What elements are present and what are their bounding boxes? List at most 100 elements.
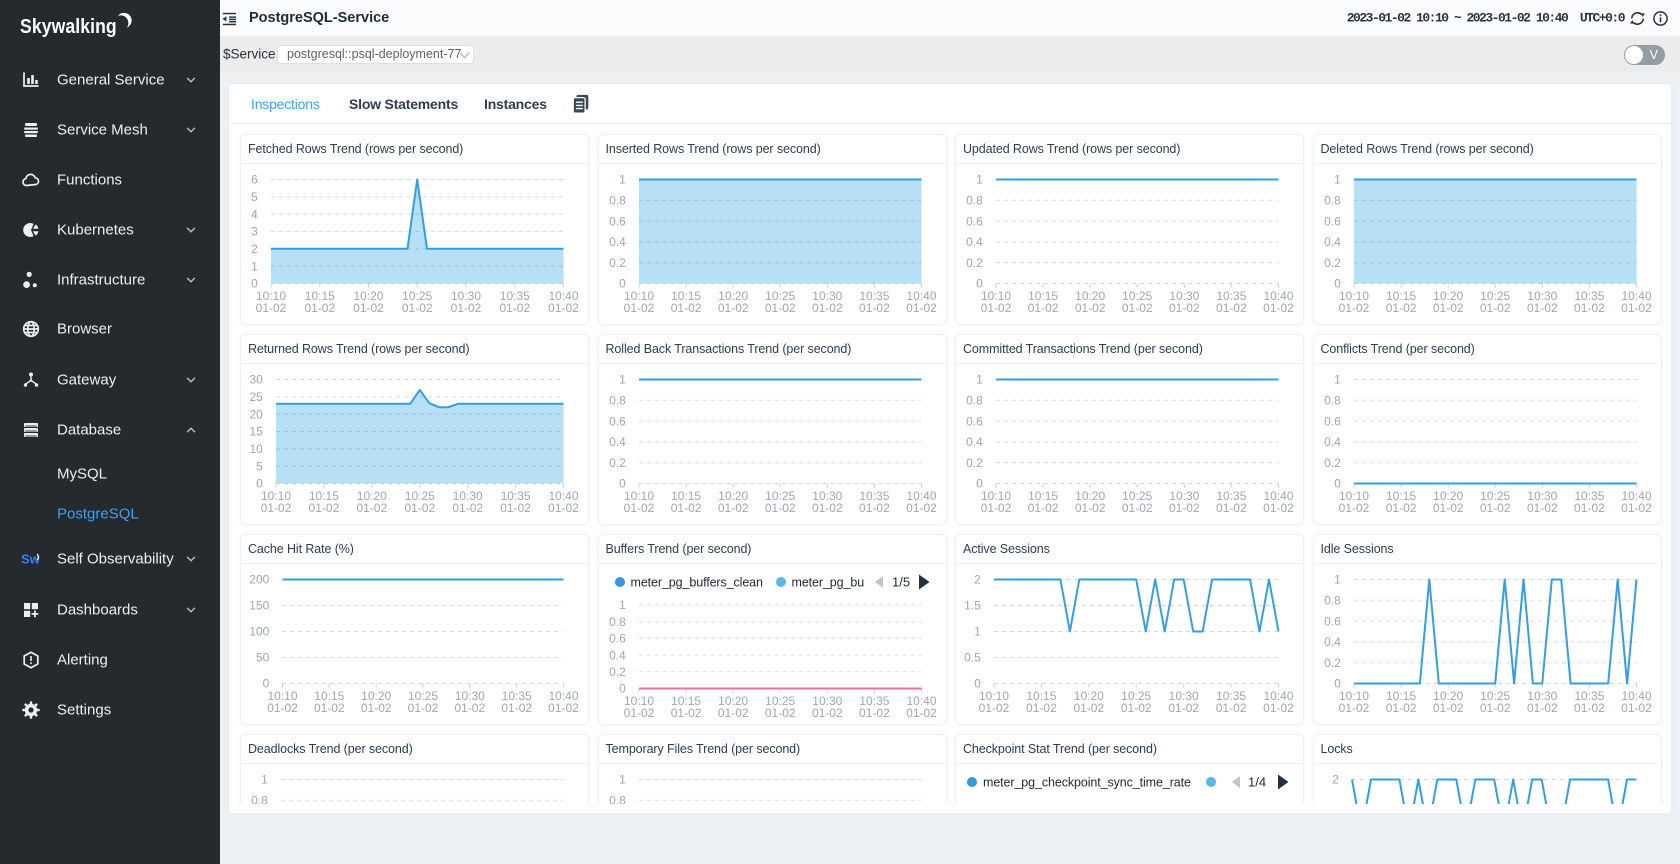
svg-text:01-02: 01-02	[1385, 301, 1416, 315]
svg-text:150: 150	[249, 599, 269, 613]
svg-text:01-02: 01-02	[906, 301, 937, 315]
svg-text:0.6: 0.6	[966, 214, 983, 228]
svg-text:3: 3	[251, 225, 258, 239]
svg-text:1: 1	[251, 259, 258, 273]
svg-text:20: 20	[249, 407, 263, 421]
svg-text:01-02: 01-02	[304, 301, 335, 315]
svg-text:01-02: 01-02	[1385, 501, 1416, 515]
svg-text:01-02: 01-02	[1338, 301, 1369, 315]
svg-text:01-02: 01-02	[451, 301, 482, 315]
svg-text:01-02: 01-02	[981, 301, 1012, 315]
svg-text:1: 1	[976, 373, 983, 387]
svg-text:1/5: 1/5	[892, 575, 910, 590]
svg-text:01-02: 01-02	[1574, 501, 1605, 515]
svg-text:01-02: 01-02	[1479, 301, 1510, 315]
svg-text:0.4: 0.4	[609, 435, 626, 449]
svg-text:1: 1	[619, 373, 626, 387]
svg-text:01-02: 01-02	[764, 501, 795, 515]
svg-text:01-02: 01-02	[1121, 701, 1152, 715]
svg-text:1: 1	[1334, 373, 1341, 387]
svg-text:0.8: 0.8	[609, 615, 626, 629]
svg-text:01-02: 01-02	[452, 501, 483, 515]
svg-text:01-02: 01-02	[764, 706, 795, 720]
svg-text:01-02: 01-02	[1122, 501, 1153, 515]
svg-text:01-02: 01-02	[1526, 501, 1557, 515]
svg-text:01-02: 01-02	[309, 501, 340, 515]
svg-text:01-02: 01-02	[1075, 301, 1106, 315]
svg-text:01-02: 01-02	[623, 706, 654, 720]
svg-text:0.8: 0.8	[966, 394, 983, 408]
svg-text:0.4: 0.4	[1324, 635, 1341, 649]
svg-text:1: 1	[619, 773, 626, 787]
svg-text:0.6: 0.6	[1324, 214, 1341, 228]
svg-text:5: 5	[256, 459, 263, 473]
svg-text:0.4: 0.4	[966, 235, 983, 249]
svg-text:01-02: 01-02	[859, 501, 890, 515]
svg-text:01-02: 01-02	[1526, 701, 1557, 715]
svg-text:1: 1	[976, 173, 983, 187]
svg-text:01-02: 01-02	[500, 501, 531, 515]
svg-text:0.2: 0.2	[609, 256, 626, 270]
svg-text:01-02: 01-02	[717, 301, 748, 315]
svg-text:0.2: 0.2	[1324, 456, 1341, 470]
svg-text:01-02: 01-02	[1216, 701, 1247, 715]
svg-text:50: 50	[256, 651, 270, 665]
svg-text:01-02: 01-02	[811, 501, 842, 515]
svg-text:0.8: 0.8	[966, 194, 983, 208]
svg-text:100: 100	[249, 625, 269, 639]
svg-text:01-02: 01-02	[1216, 301, 1247, 315]
svg-text:01-02: 01-02	[408, 701, 439, 715]
svg-text:01-02: 01-02	[764, 301, 795, 315]
svg-text:01-02: 01-02	[1026, 701, 1057, 715]
svg-text:0.2: 0.2	[609, 665, 626, 679]
svg-text:01-02: 01-02	[1432, 301, 1463, 315]
svg-text:01-02: 01-02	[1574, 301, 1605, 315]
svg-text:01-02: 01-02	[267, 701, 298, 715]
svg-text:0.8: 0.8	[251, 794, 268, 805]
svg-text:0.4: 0.4	[1324, 435, 1341, 449]
svg-text:01-02: 01-02	[811, 301, 842, 315]
svg-text:0.6: 0.6	[1324, 414, 1341, 428]
svg-text:01-02: 01-02	[859, 301, 890, 315]
svg-text:200: 200	[249, 573, 269, 587]
svg-text:01-02: 01-02	[356, 501, 387, 515]
svg-text:01-02: 01-02	[670, 706, 701, 720]
svg-text:meter_pg_checkpoint_sync_time_: meter_pg_checkpoint_sync_time_rate	[983, 776, 1191, 790]
svg-text:0.6: 0.6	[609, 214, 626, 228]
svg-text:0.4: 0.4	[609, 235, 626, 249]
svg-text:01-02: 01-02	[623, 301, 654, 315]
svg-text:01-02: 01-02	[402, 301, 433, 315]
svg-text:01-02: 01-02	[454, 701, 485, 715]
svg-text:0.4: 0.4	[966, 435, 983, 449]
svg-text:01-02: 01-02	[256, 301, 287, 315]
svg-text:01-02: 01-02	[906, 501, 937, 515]
svg-text:4: 4	[251, 207, 258, 221]
svg-text:10: 10	[249, 442, 263, 456]
svg-text:25: 25	[249, 390, 263, 404]
svg-text:01-02: 01-02	[1574, 701, 1605, 715]
svg-text:0.8: 0.8	[1324, 394, 1341, 408]
svg-text:01-02: 01-02	[1338, 701, 1369, 715]
svg-text:01-02: 01-02	[859, 706, 890, 720]
svg-text:0.2: 0.2	[966, 456, 983, 470]
svg-text:1: 1	[974, 625, 981, 639]
svg-text:0.8: 0.8	[609, 194, 626, 208]
svg-text:01-02: 01-02	[906, 706, 937, 720]
svg-text:01-02: 01-02	[1479, 501, 1510, 515]
svg-text:01-02: 01-02	[1526, 301, 1557, 315]
svg-text:01-02: 01-02	[811, 706, 842, 720]
svg-text:01-02: 01-02	[1169, 501, 1200, 515]
svg-text:2: 2	[251, 242, 258, 256]
svg-text:01-02: 01-02	[981, 501, 1012, 515]
svg-text:1.5: 1.5	[964, 599, 981, 613]
svg-text:01-02: 01-02	[1263, 301, 1294, 315]
svg-text:0.4: 0.4	[609, 648, 626, 662]
svg-text:01-02: 01-02	[717, 706, 748, 720]
svg-text:0.6: 0.6	[609, 632, 626, 646]
svg-text:1/4: 1/4	[1248, 775, 1266, 790]
svg-text:01-02: 01-02	[1122, 301, 1153, 315]
svg-text:0.6: 0.6	[609, 414, 626, 428]
svg-text:1: 1	[261, 773, 268, 787]
svg-text:01-02: 01-02	[979, 701, 1010, 715]
svg-text:01-02: 01-02	[1075, 501, 1106, 515]
